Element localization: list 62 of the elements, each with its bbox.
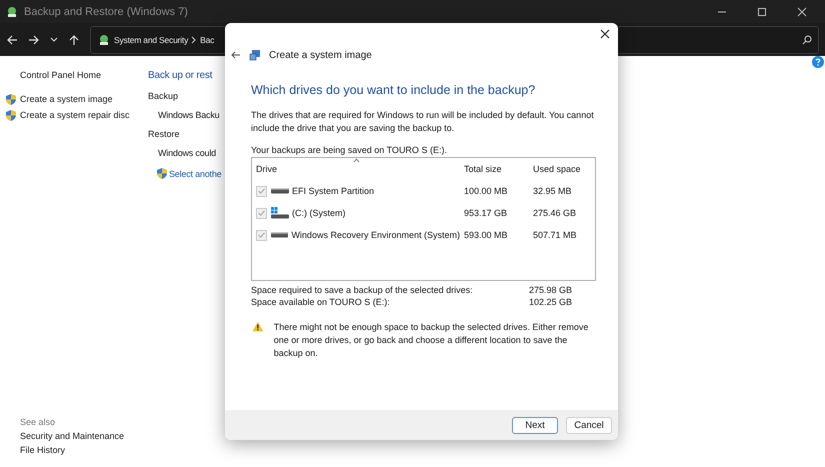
up-icon[interactable] [68, 34, 80, 46]
section-label: Restore [148, 129, 181, 139]
table-cell-text: 507.71 MB [532, 230, 578, 240]
sidebar-link[interactable]: Security and Maintenance [20, 431, 140, 441]
drive-icon [270, 232, 288, 238]
maximize-icon[interactable] [757, 6, 767, 16]
checkmark-icon [258, 210, 265, 216]
dialog-heading: Which drives do you want to include in the backup? [251, 83, 536, 97]
close-icon[interactable] [797, 6, 807, 16]
checkmark-icon [258, 232, 265, 238]
summary-label: Space required to save a backup of the selected drives: [251, 285, 474, 295]
table-cell-text: 100.00 MB [463, 186, 509, 196]
chevron-icon [191, 36, 198, 44]
drive-icon [270, 207, 289, 219]
summary-value: 102.25 GB [528, 297, 574, 307]
shield-icon [156, 167, 168, 180]
shield-icon [5, 92, 17, 106]
forward-icon[interactable] [28, 34, 40, 46]
window-title: Backup and Restore (Windows 7) [24, 6, 188, 18]
close-icon [600, 29, 610, 39]
app-icon [97, 34, 111, 46]
help-icon[interactable] [812, 56, 824, 68]
sort-icon [353, 158, 360, 163]
table-cell-text: 32.95 MB [532, 186, 573, 196]
next-button[interactable]: Next [512, 416, 558, 434]
dropdown-icon[interactable] [50, 36, 58, 44]
warning-text: There might not be enough space to backup the selected drives. Either remove one or more drives, or go back and choose a different location to save the backup on. [274, 321, 590, 360]
link[interactable]: Select anothe [169, 168, 222, 178]
sidebar-link[interactable]: Create a system image [20, 94, 113, 104]
app-icon [6, 6, 18, 18]
column-header[interactable]: Total size [460, 164, 529, 174]
drive-name: (C:) (System) [292, 208, 346, 218]
description: The drives that are required for Windows to run will be included by default. You cannot include the drive that you are saving the backup to. [251, 109, 595, 135]
section-label: Backup [148, 91, 180, 101]
sidebar-link[interactable]: Control Panel Home [5, 67, 140, 83]
status-text: Windows Backu [157, 110, 220, 120]
table-cell-text: 953.17 GB [463, 208, 508, 218]
summary-value: 275.98 GB [528, 285, 574, 295]
breadcrumb[interactable]: Bac [200, 34, 214, 44]
table-cell-text: 275.46 GB [532, 208, 578, 218]
save-location-text: Your backups are being saved on TOURO S (E:). [251, 145, 448, 155]
sidebar-link[interactable]: File History [20, 445, 140, 455]
drive-icon [270, 188, 289, 194]
breadcrumb[interactable]: System and Security [114, 34, 188, 44]
drive-name: Windows Recovery Environment (System) [291, 230, 460, 240]
dialog-title: Create a system image [269, 50, 372, 60]
warning-icon [252, 321, 264, 332]
summary-label: Space available on TOURO S (E:): [251, 297, 391, 307]
cancel-button[interactable]: Cancel [566, 416, 612, 434]
shield-icon [5, 108, 17, 122]
drive-name: EFI System Partition [292, 186, 374, 196]
column-header[interactable]: Used space [529, 164, 595, 174]
sidebar-link[interactable]: Create a system repair disc [20, 110, 130, 120]
computer-icon [249, 49, 261, 61]
column-header[interactable]: Drive [252, 164, 460, 174]
back-icon[interactable] [231, 50, 241, 60]
section-label: See also [20, 417, 56, 427]
page-heading: Back up or rest [148, 70, 214, 81]
checkmark-icon [258, 188, 265, 194]
search-icon[interactable] [802, 34, 812, 44]
table-cell-text: 593.00 MB [463, 230, 509, 240]
status-text: Windows could [157, 148, 217, 158]
